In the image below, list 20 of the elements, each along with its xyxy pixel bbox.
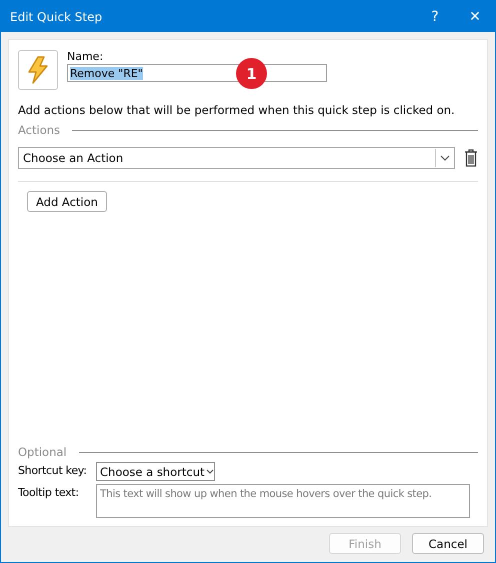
action-dropdown[interactable]: Choose an Action xyxy=(18,147,455,169)
shortcut-dropdown[interactable]: Choose a shortcut xyxy=(96,462,214,481)
icon-picker-button[interactable] xyxy=(18,50,58,90)
section-heading: Actions xyxy=(18,123,60,137)
chevron-down-icon xyxy=(440,155,450,161)
tooltip-field[interactable]: This text will show up when the mouse hovers over the quick step. xyxy=(96,484,470,518)
trash-icon[interactable] xyxy=(464,149,478,167)
window-title: Edit Quick Step xyxy=(10,10,104,24)
shortcut-label: Shortcut key: xyxy=(18,463,88,477)
help-button[interactable]: ? xyxy=(415,1,455,32)
close-button[interactable]: ✕ xyxy=(455,1,495,32)
callout-badge: 1 xyxy=(236,58,267,89)
chevron-down-icon xyxy=(206,469,214,474)
name-label: Name: xyxy=(67,50,104,63)
dialog-button[interactable]: Cancel xyxy=(412,533,484,554)
instruction-text: Add actions below that will be performed when this quick step is clicked on. xyxy=(18,103,456,117)
tooltip-label: Tooltip text: xyxy=(18,485,80,499)
lightning-icon xyxy=(27,56,49,84)
add-action-button[interactable]: Add Action xyxy=(27,191,107,212)
section-heading: Optional xyxy=(18,445,67,459)
